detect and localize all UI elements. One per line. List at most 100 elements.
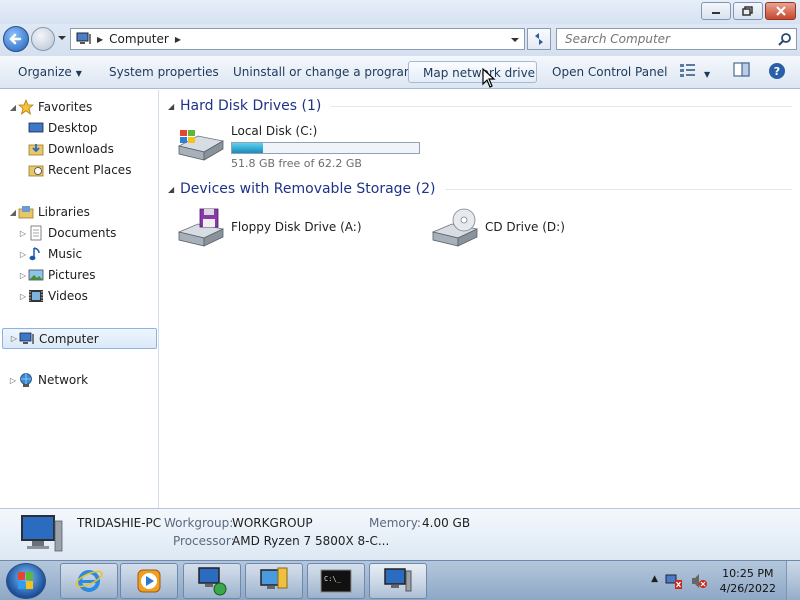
cd-drive-d[interactable]: CD Drive (D:)	[430, 208, 565, 248]
taskbar-media-player[interactable]	[120, 563, 178, 599]
show-desktop-button[interactable]	[786, 561, 800, 600]
address-dropdown-icon[interactable]	[510, 36, 520, 44]
sidebar-item-pictures[interactable]: ▷ Pictures	[18, 266, 96, 284]
floppy-drive-a[interactable]: Floppy Disk Drive (A:)	[176, 208, 362, 248]
sidebar-item-computer[interactable]: ▷ Computer	[2, 328, 157, 349]
documents-icon	[30, 225, 42, 241]
sidebar-item-label: Documents	[48, 226, 117, 240]
pictures-icon	[28, 269, 44, 281]
desktop-icon	[28, 122, 44, 133]
sidebar-item-music[interactable]: ▷ Music	[18, 245, 82, 263]
sidebar-item-videos[interactable]: ▷ Videos	[18, 287, 88, 305]
breadcrumb-arrow-icon[interactable]: ▶	[97, 35, 103, 44]
network-icon	[20, 373, 32, 387]
taskbar-internet-explorer[interactable]	[60, 563, 118, 599]
preview-pane-icon	[733, 62, 750, 77]
workgroup-value: WORKGROUP	[232, 516, 313, 530]
drive-name: Floppy Disk Drive (A:)	[231, 220, 362, 234]
view-dropdown-button[interactable]: ▼	[700, 62, 714, 84]
system-clock[interactable]: 10:25 PM 4/26/2022	[720, 566, 776, 596]
taskbar-command-prompt[interactable]: C:\_	[307, 563, 365, 599]
memory-value: 4.00 GB	[422, 516, 471, 530]
forward-button[interactable]	[31, 27, 55, 51]
search-icon[interactable]	[778, 32, 792, 46]
taskbar: C:\_ ▲ 10:25 PM 4/26/2022	[0, 560, 800, 600]
taskbar-system-tool[interactable]	[245, 563, 303, 599]
sidebar-item-recent-places[interactable]: Recent Places	[28, 161, 131, 179]
breadcrumb-computer[interactable]: Computer	[109, 32, 169, 46]
collapse-arrow-icon[interactable]: ◢	[168, 102, 180, 111]
music-icon	[29, 247, 40, 261]
system-properties-button[interactable]: System properties	[105, 61, 223, 83]
recent-places-icon	[28, 165, 44, 177]
disk-free-space: 51.8 GB free of 62.2 GB	[231, 157, 362, 170]
back-button[interactable]	[3, 26, 29, 52]
local-disk-c[interactable]: Local Disk (C:) 51.8 GB free of 62.2 GB	[176, 124, 420, 170]
chevron-down-icon: ▼	[75, 69, 82, 78]
help-button[interactable]: ?	[764, 62, 790, 84]
address-row: ▶ Computer ▶	[0, 24, 800, 56]
expand-arrow-icon[interactable]: ▷	[18, 229, 28, 238]
title-bar	[0, 0, 800, 24]
view-options-icon	[680, 64, 695, 77]
map-network-drive-button[interactable]: Map network drive	[408, 61, 537, 83]
removable-storage-group-header[interactable]: ◢ Devices with Removable Storage (2)	[168, 179, 792, 199]
volume-muted-icon[interactable]	[690, 572, 708, 590]
expand-arrow-icon[interactable]: ▷	[18, 271, 28, 280]
clock-date: 4/26/2022	[719, 582, 776, 595]
sidebar-item-label: Favorites	[38, 100, 93, 114]
recent-pages-dropdown-icon[interactable]	[57, 34, 67, 42]
sidebar-item-label: Recent Places	[48, 163, 132, 177]
sidebar-item-network[interactable]: ▷ Network	[8, 371, 88, 389]
computer-icon	[19, 332, 34, 344]
expand-arrow-icon[interactable]: ▷	[8, 376, 18, 385]
collapse-arrow-icon[interactable]: ◢	[168, 185, 180, 194]
downloads-folder-icon	[28, 144, 44, 156]
internet-explorer-icon	[75, 570, 103, 592]
expand-arrow-icon[interactable]: ▷	[18, 292, 28, 301]
expand-arrow-icon[interactable]: ▷	[18, 250, 28, 259]
restore-icon	[742, 6, 753, 16]
start-button[interactable]	[6, 563, 46, 599]
window-controls	[701, 2, 796, 20]
breadcrumb-arrow-icon[interactable]: ▶	[175, 35, 181, 44]
sidebar-item-favorites[interactable]: ◢ Favorites	[8, 98, 92, 116]
uninstall-program-button[interactable]: Uninstall or change a program	[229, 61, 420, 83]
drive-name: CD Drive (D:)	[485, 220, 565, 234]
sidebar-item-label: Music	[48, 247, 83, 261]
expand-arrow-icon[interactable]: ▷	[9, 334, 19, 343]
collapse-arrow-icon[interactable]: ◢	[8, 103, 18, 112]
back-arrow-icon	[9, 33, 22, 45]
close-button[interactable]	[765, 2, 796, 20]
sidebar-item-desktop[interactable]: Desktop	[28, 119, 98, 137]
address-bar[interactable]: ▶ Computer ▶	[70, 28, 525, 50]
preview-pane-button[interactable]	[729, 62, 755, 84]
processor-value: AMD Ryzen 7 5800X 8-C...	[232, 534, 390, 548]
collapse-arrow-icon[interactable]: ◢	[8, 208, 18, 217]
taskbar-network-manager[interactable]	[183, 563, 241, 599]
sidebar-item-libraries[interactable]: ◢ Libraries	[8, 203, 90, 221]
svg-text:C:\_: C:\_	[324, 575, 342, 583]
star-icon	[18, 99, 34, 115]
open-control-panel-button[interactable]: Open Control Panel	[548, 61, 671, 83]
change-view-button[interactable]	[675, 62, 701, 84]
minimize-icon	[712, 12, 720, 14]
clock-time: 10:25 PM	[722, 567, 774, 580]
computer-large-icon	[21, 515, 63, 552]
refresh-button[interactable]	[527, 28, 551, 50]
search-box[interactable]	[556, 28, 797, 50]
taskbar-computer-explorer[interactable]	[369, 563, 427, 599]
organize-button[interactable]: Organize ▼	[14, 61, 86, 83]
restore-button[interactable]	[733, 2, 763, 20]
sidebar-item-documents[interactable]: ▷ Documents	[18, 224, 116, 242]
sidebar-item-downloads[interactable]: Downloads	[28, 140, 114, 158]
network-warning-icon[interactable]	[665, 572, 683, 590]
svg-text:?: ?	[774, 65, 780, 78]
hard-disk-group-header[interactable]: ◢ Hard Disk Drives (1)	[168, 96, 792, 116]
computer-icon	[76, 32, 91, 44]
search-input[interactable]	[557, 29, 767, 49]
show-hidden-icons-button[interactable]: ▲	[651, 574, 658, 584]
help-icon: ?	[769, 63, 785, 79]
command-prompt-icon: C:\_	[320, 569, 352, 593]
minimize-button[interactable]	[701, 2, 731, 20]
